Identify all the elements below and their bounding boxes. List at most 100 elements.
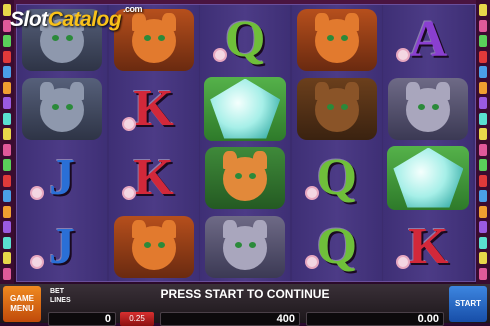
slotcatalog-watermark: SlotCatalog .com xyxy=(10,4,143,32)
cat-icon xyxy=(205,146,286,209)
diamond-icon xyxy=(393,147,464,208)
symbol-wolf xyxy=(18,75,106,142)
symbol-diamond xyxy=(201,75,289,142)
logo-slot-text: Slot xyxy=(10,8,48,31)
payline-indicator xyxy=(479,112,487,125)
payline-indicator xyxy=(3,35,11,47)
face xyxy=(314,18,359,63)
eye xyxy=(52,34,59,41)
eye xyxy=(143,34,151,41)
eye xyxy=(432,103,440,110)
payline-indicator xyxy=(479,267,487,280)
symbol-fox xyxy=(293,6,381,73)
symbol-q: Q xyxy=(293,144,381,211)
reel-1: JJ xyxy=(17,5,107,281)
rose-decoration xyxy=(123,188,134,198)
symbol-j: J xyxy=(18,144,106,211)
payline-indicator xyxy=(479,143,487,156)
symbol-bear xyxy=(293,75,381,142)
symbol-q: Q xyxy=(201,6,289,73)
bet-value-display: 0 xyxy=(48,312,116,326)
symbol-fox xyxy=(110,6,198,73)
payline-indicator xyxy=(3,128,11,140)
payline-indicator xyxy=(479,97,487,109)
payline-indicator xyxy=(3,267,11,280)
eye xyxy=(157,34,165,41)
eye xyxy=(235,172,243,179)
eye xyxy=(418,103,426,110)
letter-j: J xyxy=(49,148,75,206)
letter-q: Q xyxy=(224,10,266,68)
letter-q: Q xyxy=(316,217,358,275)
payline-indicator xyxy=(3,66,11,78)
diamond-frame xyxy=(387,145,470,210)
diamond-icon xyxy=(210,78,281,139)
payline-indicator xyxy=(3,221,11,233)
payline-indicator xyxy=(3,190,11,202)
payline-indicator xyxy=(479,81,487,94)
fox-icon xyxy=(113,215,194,278)
symbol-diamond xyxy=(384,144,472,211)
face xyxy=(223,156,268,201)
reel-2: KK xyxy=(108,5,199,281)
payline-indicator xyxy=(479,174,487,187)
rose-decoration xyxy=(32,188,42,198)
reel-5: AK xyxy=(383,5,474,281)
reel-area: JJKKQQQAK xyxy=(16,4,476,282)
symbol-mouse xyxy=(384,75,472,142)
symbol-mouse xyxy=(201,213,289,280)
rose-decoration xyxy=(398,50,409,60)
payline-indicator xyxy=(479,50,487,63)
payline-indicator xyxy=(3,112,11,125)
symbol-j: J xyxy=(18,213,106,280)
start-button[interactable]: START xyxy=(449,286,487,322)
rose-decoration xyxy=(398,257,409,267)
eye xyxy=(157,241,165,248)
letter-k: K xyxy=(408,217,449,275)
eye xyxy=(249,172,257,179)
payline-indicator xyxy=(3,143,11,156)
symbol-k: K xyxy=(110,144,198,211)
face xyxy=(131,18,176,63)
payline-indicator xyxy=(479,205,487,218)
game-menu-button[interactable]: GAME MENU xyxy=(3,286,41,322)
payline-indicator xyxy=(479,35,487,47)
letter-k: K xyxy=(133,79,174,137)
payline-indicator xyxy=(479,252,487,264)
payline-indicator xyxy=(479,236,487,249)
mouse-icon xyxy=(205,215,286,278)
mouse-icon xyxy=(388,77,469,140)
logo-domain-text: .com xyxy=(123,4,143,14)
face xyxy=(40,87,84,132)
letter-j: J xyxy=(49,217,75,275)
letter-a: A xyxy=(409,10,448,68)
rose-decoration xyxy=(306,257,317,267)
payline-indicator xyxy=(479,19,487,32)
eye xyxy=(235,241,243,248)
left-payline-rail xyxy=(0,0,14,284)
bet-per-line-button[interactable]: 0.25 xyxy=(120,312,154,326)
eye xyxy=(52,103,59,110)
letter-k: K xyxy=(133,148,174,206)
payline-indicator xyxy=(3,205,11,218)
face xyxy=(314,87,359,132)
face xyxy=(406,87,451,132)
eye xyxy=(326,103,334,110)
status-message: PRESS START TO CONTINUE xyxy=(160,287,330,301)
rose-decoration xyxy=(123,119,134,129)
payline-indicator xyxy=(3,252,11,264)
symbol-k: K xyxy=(110,75,198,142)
payline-indicator xyxy=(479,128,487,140)
symbol-cat xyxy=(201,144,289,211)
payline-indicator xyxy=(479,66,487,78)
eye xyxy=(66,34,73,41)
right-payline-rail xyxy=(476,0,490,284)
game-menu-label: GAME xyxy=(10,294,34,303)
logo-catalog-text: Catalog xyxy=(47,8,122,31)
symbol-a: A xyxy=(384,6,472,73)
symbol-k: K xyxy=(384,213,472,280)
payline-indicator xyxy=(479,221,487,233)
game-menu-label-2: MENU xyxy=(10,304,34,313)
reel-4: QQ xyxy=(291,5,382,281)
fox-icon xyxy=(113,8,194,71)
